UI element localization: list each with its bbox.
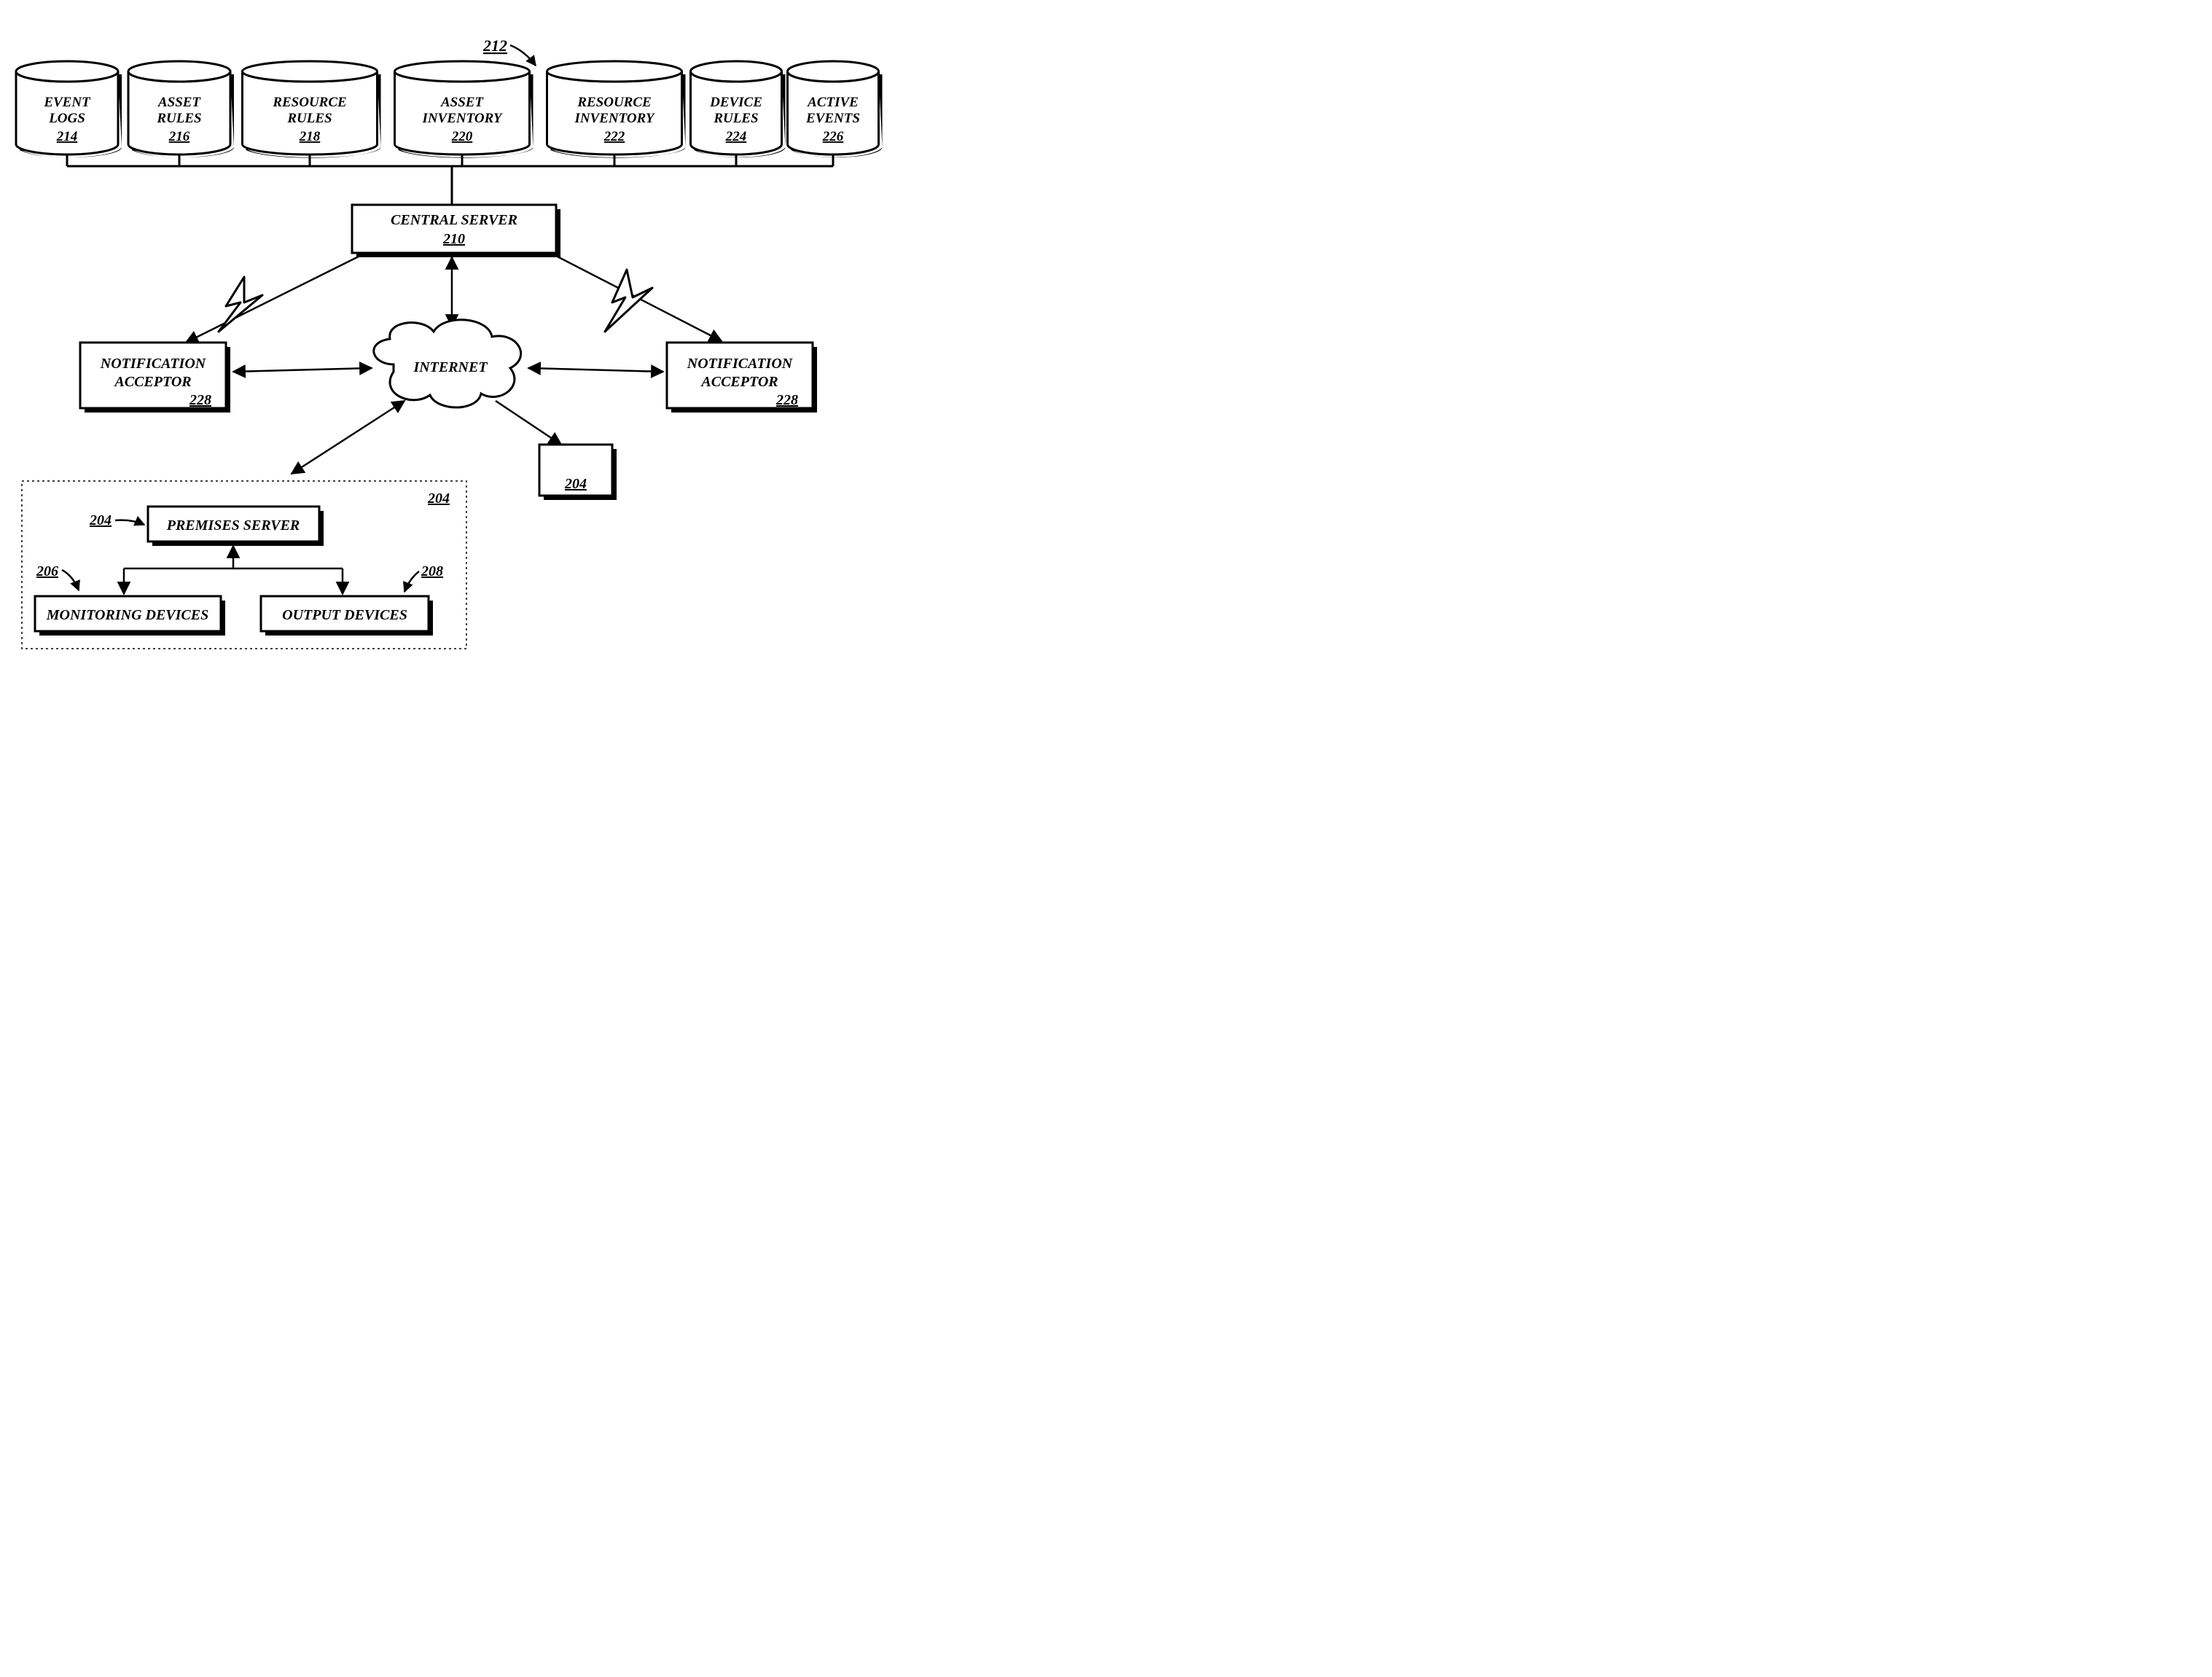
ref-212: 212 <box>482 36 507 55</box>
database-label: ASSET <box>157 95 201 110</box>
database-cylinder: ASSETRULES 216 <box>128 61 234 166</box>
database-label: RESOURCE <box>272 95 346 110</box>
database-label: RULES <box>286 111 332 126</box>
database-label: RULES <box>156 111 201 126</box>
database-label: INVENTORY <box>574 111 655 126</box>
database-label: ASSET <box>440 95 484 110</box>
database-cylinder: ACTIVEEVENTS 226 <box>788 61 883 166</box>
database-label: INVENTORY <box>421 111 503 126</box>
monitoring-devices-ref: 206 <box>36 563 58 579</box>
system-diagram: 212 EVENTLOGS214ASSETRULES216RESOURCERUL… <box>0 0 886 671</box>
internet-label: INTERNET <box>413 359 488 375</box>
other-204-box: 204 <box>539 445 617 500</box>
notification-acceptor-left: NOTIFICATION ACCEPTOR 228 <box>80 343 230 413</box>
database-cylinder: EVENTLOGS 214 <box>16 61 122 166</box>
database-label: EVENTS <box>805 111 860 126</box>
internet-cloud: INTERNET <box>374 320 521 407</box>
database-label: ACTIVE <box>807 95 859 110</box>
notif-right-l2: ACCEPTOR <box>700 374 778 390</box>
database-cylinder: RESOURCERULES 218 <box>243 61 381 166</box>
database-label: DEVICE <box>709 95 762 110</box>
output-devices-ref: 208 <box>421 563 443 579</box>
central-server-num: 210 <box>442 231 465 247</box>
notif-right-num: 228 <box>775 392 798 408</box>
monitoring-devices-label: MONITORING DEVICES <box>46 607 208 623</box>
central-server-box: CENTRAL SERVER 210 <box>352 205 560 257</box>
database-label: EVENT <box>43 95 91 110</box>
central-server-label: CENTRAL SERVER <box>391 212 517 228</box>
premises-ref-204: 204 <box>89 512 112 528</box>
notif-left-l2: ACCEPTOR <box>113 374 191 390</box>
output-devices-label: OUTPUT DEVICES <box>282 607 407 623</box>
database-label: LOGS <box>48 111 85 126</box>
database-label: RESOURCE <box>577 95 651 110</box>
other-204-num: 204 <box>564 476 587 492</box>
database-cylinder: RESOURCEINVENTORY 222 <box>547 61 686 166</box>
database-num: 214 <box>56 129 78 144</box>
premises-group-ref: 204 <box>427 490 450 507</box>
notif-left-l1: NOTIFICATION <box>100 356 207 372</box>
notification-acceptor-right: NOTIFICATION ACCEPTOR 228 <box>667 343 817 413</box>
database-num: 216 <box>168 129 190 144</box>
notif-right-l1: NOTIFICATION <box>687 356 794 372</box>
premises-group: 204 204 PREMISES SERVER MONITORING DEVIC… <box>22 481 466 649</box>
database-num: 220 <box>451 129 473 144</box>
database-num: 224 <box>725 129 747 144</box>
notif-left-num: 228 <box>189 392 211 408</box>
database-label: RULES <box>713 111 758 126</box>
database-cylinder: DEVICERULES 224 <box>691 61 786 166</box>
database-num: 222 <box>603 129 625 144</box>
database-num: 218 <box>299 129 321 144</box>
premises-server-label: PREMISES SERVER <box>166 517 300 533</box>
database-cylinder: ASSETINVENTORY 220 <box>395 61 534 166</box>
database-num: 226 <box>822 129 844 144</box>
